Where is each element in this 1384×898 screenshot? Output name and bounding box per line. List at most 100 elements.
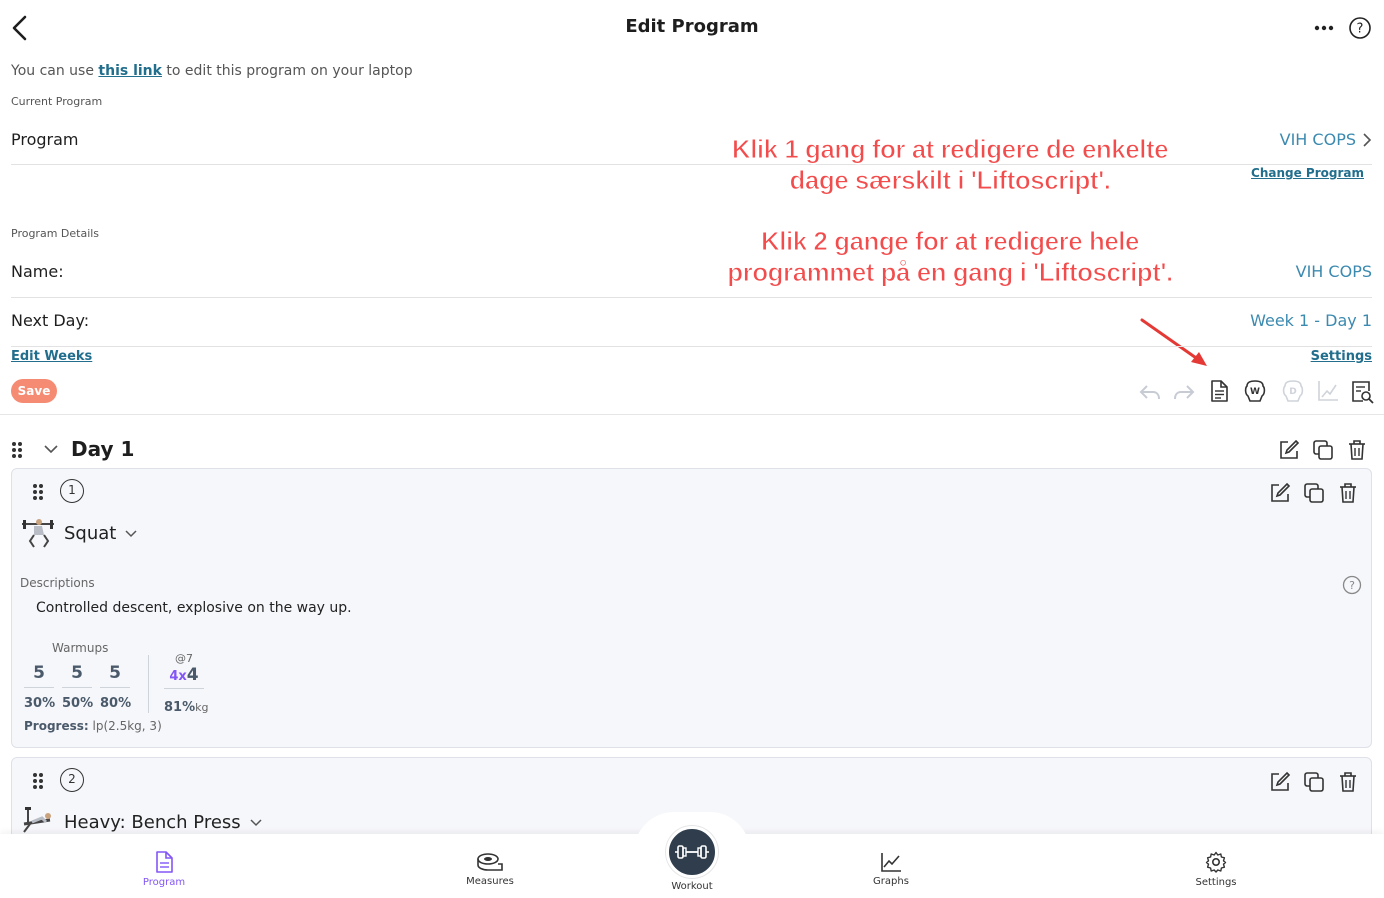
warmup-set: 5 50%	[62, 663, 94, 711]
nav-program[interactable]: Program	[124, 851, 204, 888]
delete-exercise-button[interactable]	[1336, 770, 1360, 794]
duplicate-exercise-button[interactable]	[1302, 770, 1326, 794]
drag-handle-icon	[12, 442, 22, 458]
work-set-reps: 4	[186, 665, 199, 685]
drag-handle-icon	[33, 484, 43, 500]
exercise-number: 2	[60, 768, 84, 792]
muscles-daily-button[interactable]: D	[1280, 378, 1306, 404]
change-program-link[interactable]: Change Program	[1251, 166, 1364, 180]
nav-program-label: Program	[142, 877, 186, 888]
trash-icon	[1340, 772, 1356, 792]
trash-icon	[1349, 440, 1365, 460]
nav-graphs[interactable]: Graphs	[851, 852, 931, 887]
redo-icon	[1174, 385, 1195, 400]
work-set-percent: 81%	[164, 700, 196, 715]
svg-text:?: ?	[1357, 22, 1364, 37]
annotation-text-2: Klik 2 gange for at redigere hele progra…	[660, 226, 1240, 288]
name-value[interactable]: VIH COPS	[1296, 262, 1372, 281]
exercise-actions	[1268, 481, 1360, 505]
exercise-drag-handle[interactable]	[32, 772, 44, 790]
edit-weeks-link[interactable]: Edit Weeks	[11, 349, 92, 364]
delete-exercise-button[interactable]	[1336, 481, 1360, 505]
help-button[interactable]: ?	[1348, 16, 1372, 40]
graph-icon	[881, 853, 901, 872]
delete-day-button[interactable]	[1345, 438, 1369, 462]
exercise-name-selector[interactable]: Squat	[64, 523, 138, 544]
exercise-name-selector[interactable]: Heavy: Bench Press	[64, 812, 263, 833]
annotation-arrow	[1140, 318, 1207, 366]
program-label: Program	[11, 130, 79, 149]
squat-exercise-image	[20, 517, 56, 549]
warmup-percent: 50%	[62, 696, 94, 711]
tape-measure-icon	[477, 853, 503, 871]
nav-measures[interactable]: Measures	[450, 852, 530, 887]
day-collapse-toggle[interactable]	[43, 442, 59, 456]
page-title: Edit Program	[625, 16, 759, 37]
next-day-label: Next Day:	[11, 311, 90, 330]
muscles-weekly-button[interactable]: W	[1242, 378, 1268, 404]
warmup-reps: 5	[71, 663, 83, 683]
settings-link[interactable]: Settings	[1311, 349, 1372, 364]
chevron-down-icon	[250, 818, 262, 826]
intro-prefix: You can use	[11, 63, 99, 79]
annotation-line-1: Klik 1 gang for at redigere de enkelte	[731, 134, 1169, 165]
drag-handle-icon	[33, 773, 43, 789]
bench-press-figure-icon	[23, 807, 51, 833]
dumbbell-icon	[675, 845, 709, 859]
duplicate-exercise-button[interactable]	[1302, 481, 1326, 505]
program-selector[interactable]: VIH COPS	[1280, 130, 1372, 149]
divider	[11, 346, 1372, 347]
edit-on-laptop-text: You can use this link to edit this progr…	[11, 63, 413, 79]
exercise-description: Controlled descent, explosive on the way…	[36, 600, 352, 616]
squat-figure-icon	[22, 519, 54, 548]
annotation-line-2: dage særskilt i 'Liftoscript'.	[789, 165, 1112, 196]
exercise-number: 1	[60, 479, 84, 503]
description-help-button[interactable]: ?	[1342, 575, 1362, 595]
edit-exercise-button[interactable]	[1268, 481, 1292, 505]
warmup-reps: 5	[109, 663, 121, 683]
annotation-line-4: programmet på en gang i 'Liftoscript'.	[727, 257, 1174, 288]
warmup-percent: 80%	[100, 696, 132, 711]
preview-button[interactable]	[1349, 379, 1375, 405]
chevron-down-icon	[125, 529, 137, 537]
workout-button[interactable]	[666, 826, 718, 878]
exercise-name: Heavy: Bench Press	[64, 812, 241, 833]
redo-button[interactable]	[1171, 379, 1197, 405]
work-set-count: 4x	[169, 669, 187, 684]
exercise-drag-handle[interactable]	[32, 483, 44, 501]
save-button[interactable]: Save	[11, 379, 57, 403]
warmup-divider	[148, 655, 149, 713]
nav-settings-label: Settings	[1195, 877, 1237, 888]
day-drag-handle[interactable]	[11, 441, 23, 459]
nav-settings[interactable]: Settings	[1176, 851, 1256, 888]
nav-graphs-label: Graphs	[873, 876, 909, 887]
copy-icon	[1304, 772, 1324, 792]
copy-icon	[1304, 483, 1324, 503]
edit-icon	[1271, 771, 1291, 791]
warmups-label: Warmups	[52, 641, 109, 655]
svg-text:?: ?	[1349, 579, 1355, 592]
progression-chart-button[interactable]	[1315, 378, 1341, 404]
progress-label: Progress:	[24, 719, 89, 733]
more-menu-button[interactable]	[1312, 18, 1336, 38]
muscle-d-icon: D	[1282, 380, 1304, 402]
next-day-value[interactable]: Week 1 - Day 1	[1250, 311, 1372, 330]
annotation-text-1: Klik 1 gang for at redigere de enkelte d…	[660, 134, 1240, 196]
liftoscript-editor-button[interactable]	[1206, 378, 1232, 404]
work-set: @7 4x4	[164, 652, 204, 689]
set-divider	[100, 687, 130, 688]
progress-value: lp(2.5kg, 3)	[92, 719, 162, 733]
edit-icon	[1280, 439, 1300, 459]
this-link[interactable]: this link	[98, 63, 162, 79]
edit-day-button[interactable]	[1277, 438, 1301, 462]
exercise-actions	[1268, 770, 1360, 794]
muscle-w-icon: W	[1244, 380, 1266, 402]
undo-button[interactable]	[1137, 379, 1163, 405]
edit-exercise-button[interactable]	[1268, 770, 1292, 794]
duplicate-day-button[interactable]	[1311, 438, 1335, 462]
warmup-percent: 30%	[24, 696, 56, 711]
document-icon	[1211, 380, 1228, 402]
progress-line: Progress: lp(2.5kg, 3)	[24, 719, 162, 733]
edit-icon	[1271, 482, 1291, 502]
warmup-set: 5 30%	[24, 663, 56, 711]
